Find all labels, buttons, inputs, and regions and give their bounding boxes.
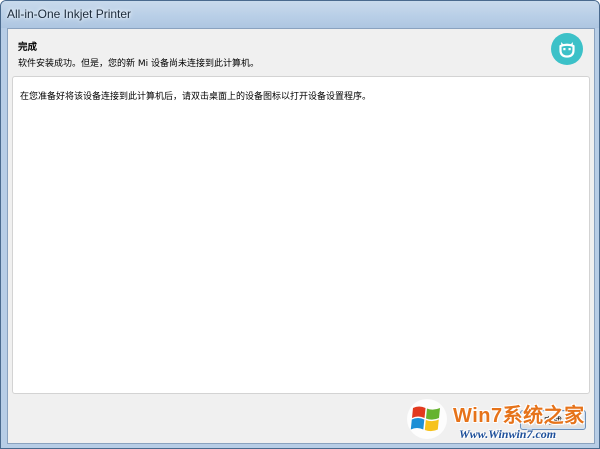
windows-logo-icon — [407, 399, 447, 439]
title-bar[interactable]: All-in-One Inkjet Printer — [1, 1, 599, 28]
content-panel: 在您准备好将该设备连接到此计算机后，请双击桌面上的设备图标以打开设备设置程序。 — [12, 76, 590, 394]
watermark-url: Www.Winwin7.com — [459, 427, 557, 441]
page-subtitle: 软件安装成功。但是，您的新 Mi 设备尚未连接到此计算机。 — [18, 59, 259, 69]
dialog-body: 完成 软件安装成功。但是，您的新 Mi 设备尚未连接到此计算机。 在您准备好将该… — [7, 28, 595, 444]
watermark: Win7系统之家 Www.Winwin7.com — [401, 396, 593, 446]
watermark-brand: Win7系统之家 — [453, 405, 585, 427]
page-title: 完成 — [18, 42, 38, 53]
instruction-text: 在您准备好将该设备连接到此计算机后，请双击桌面上的设备图标以打开设备设置程序。 — [20, 92, 372, 102]
mi-logo-icon — [551, 33, 583, 65]
window-title: All-in-One Inkjet Printer — [7, 7, 132, 21]
wizard-header: 完成 软件安装成功。但是，您的新 Mi 设备尚未连接到此计算机。 — [8, 29, 594, 76]
installer-window: All-in-One Inkjet Printer 完成 软件安装成功。但是，您… — [0, 0, 600, 449]
